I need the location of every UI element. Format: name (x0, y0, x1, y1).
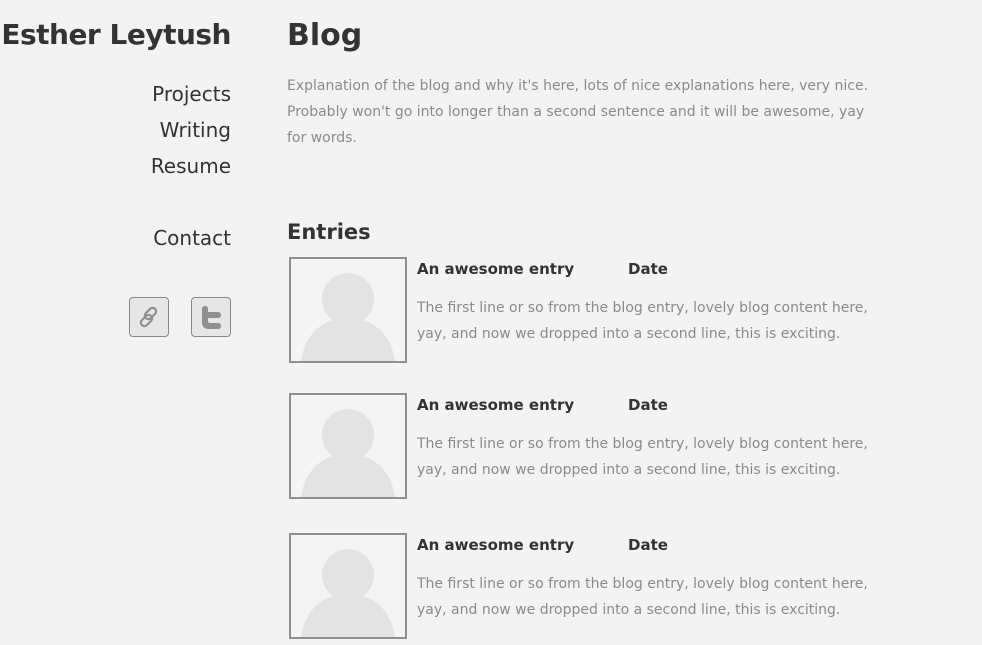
entry-title[interactable]: An awesome entry (417, 536, 574, 554)
entry-thumbnail (289, 257, 407, 363)
nav-item-projects[interactable]: Projects (151, 76, 231, 112)
avatar-placeholder-icon (301, 273, 395, 361)
main-nav: Projects Writing Resume Contact (151, 76, 231, 256)
entry-date: Date (628, 536, 668, 554)
twitter-button[interactable] (191, 297, 231, 337)
site-name[interactable]: Esther Leytush (1, 18, 231, 51)
page-title: Blog (287, 18, 363, 53)
entry-title[interactable]: An awesome entry (417, 260, 574, 278)
avatar-placeholder-icon (301, 549, 395, 637)
avatar-placeholder-icon (301, 409, 395, 497)
entry-date: Date (628, 396, 668, 414)
entry-excerpt: The first line or so from the blog entry… (417, 436, 868, 478)
nav-item-resume[interactable]: Resume (151, 148, 231, 184)
twitter-icon (202, 306, 221, 329)
link-icon (139, 306, 158, 328)
blog-entry[interactable]: An awesome entry Date The first line or … (289, 393, 889, 499)
entries-heading: Entries (287, 220, 371, 244)
nav-item-writing[interactable]: Writing (151, 112, 231, 148)
social-links (129, 297, 231, 337)
entry-excerpt: The first line or so from the blog entry… (417, 300, 868, 342)
link-button[interactable] (129, 297, 169, 337)
nav-item-contact[interactable]: Contact (151, 220, 231, 256)
entry-date: Date (628, 260, 668, 278)
entry-thumbnail (289, 393, 407, 499)
entry-title[interactable]: An awesome entry (417, 396, 574, 414)
entry-thumbnail (289, 533, 407, 639)
entry-excerpt: The first line or so from the blog entry… (417, 576, 868, 618)
blog-entry[interactable]: An awesome entry Date The first line or … (289, 257, 889, 363)
blog-entry[interactable]: An awesome entry Date The first line or … (289, 533, 889, 639)
blog-intro: Explanation of the blog and why it's her… (287, 78, 869, 146)
